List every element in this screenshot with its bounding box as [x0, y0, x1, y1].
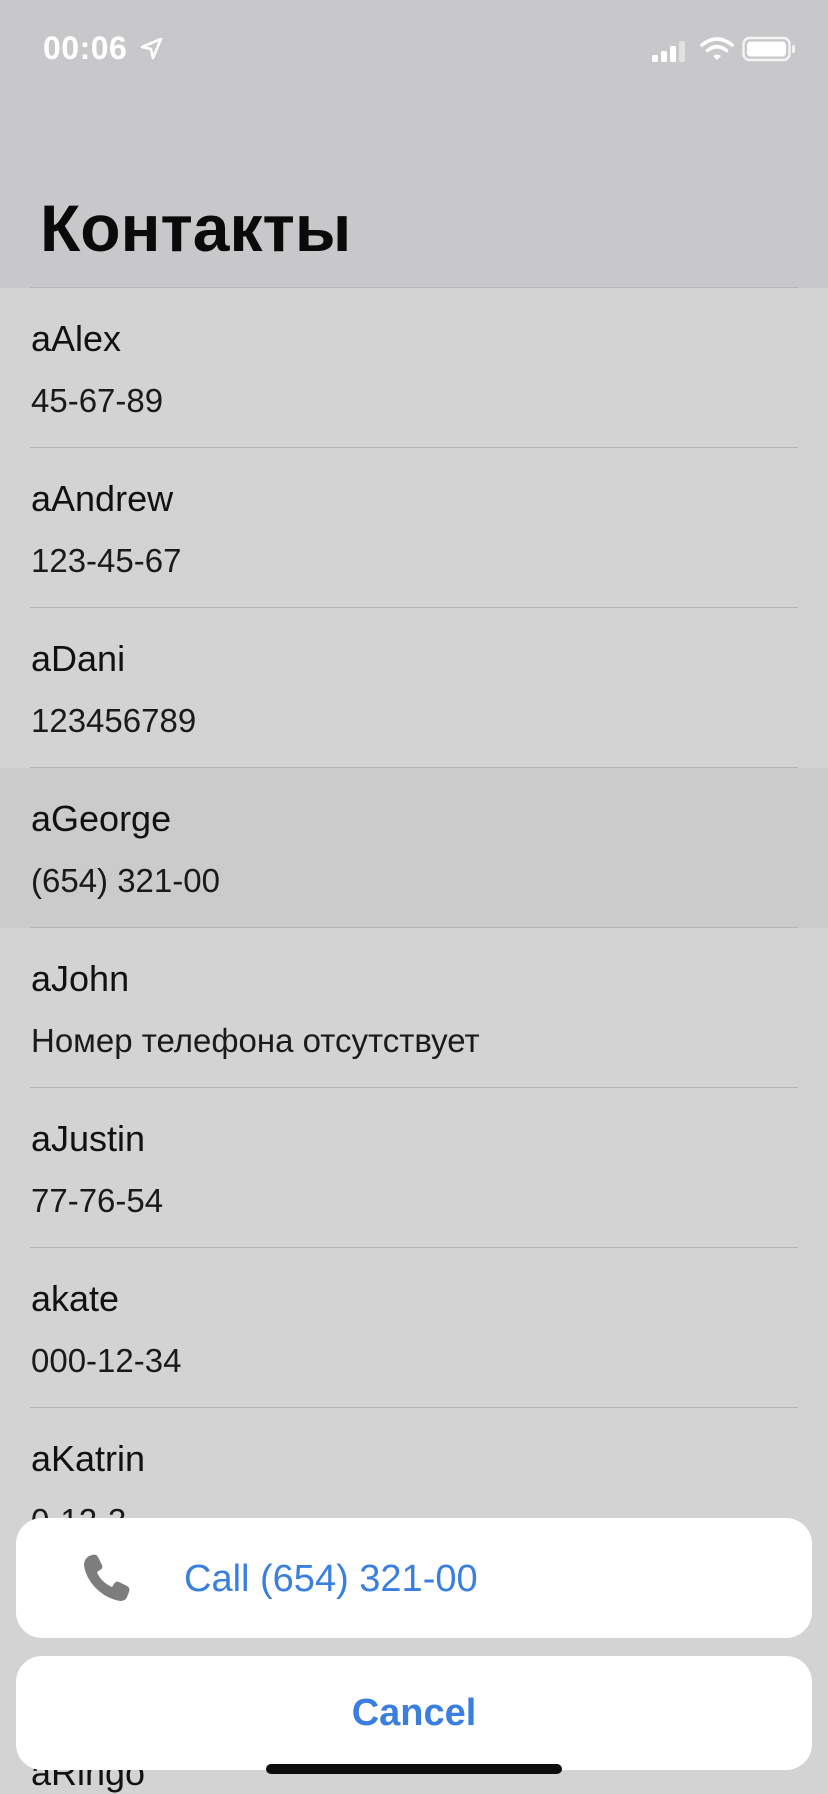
call-label: Call (654) 321-00	[184, 1558, 478, 1600]
contact-row[interactable]: aDani 123456789	[0, 608, 828, 768]
contact-phone: 123456789	[31, 702, 197, 739]
wifi-icon	[700, 37, 734, 60]
cellular-signal-icon	[652, 41, 685, 62]
contact-phone: 123-45-67	[31, 542, 182, 579]
contact-name: aJohn	[31, 958, 130, 999]
contact-row[interactable]: aJohn Номер телефона отсутствует	[0, 928, 828, 1088]
page-title: Контакты	[40, 191, 352, 265]
cancel-label: Cancel	[351, 1692, 477, 1734]
contact-row[interactable]: aJustin 77-76-54	[0, 1088, 828, 1248]
status-time: 00:06	[43, 30, 128, 66]
contact-list: aAlex 45-67-89 aAndrew 123-45-67 aDani 1…	[0, 288, 828, 1568]
contact-name: aAndrew	[31, 478, 174, 519]
battery-icon	[742, 36, 795, 62]
location-arrow-icon	[140, 37, 163, 60]
contact-name: aDani	[31, 638, 126, 679]
status-bar: 00:06	[0, 0, 828, 100]
contact-phone: Номер телефона отсутствует	[31, 1022, 480, 1059]
phone-icon	[84, 1554, 130, 1601]
cancel-button[interactable]: Cancel	[16, 1656, 812, 1770]
navigation-header: Контакты	[0, 100, 828, 288]
contact-name: aAlex	[31, 318, 122, 359]
contact-name: akate	[31, 1278, 120, 1319]
contact-name: aKatrin	[31, 1438, 146, 1479]
contact-name: aGeorge	[31, 798, 172, 839]
contact-row-selected[interactable]: aGeorge (654) 321-00	[0, 768, 828, 928]
contact-name: aJustin	[31, 1118, 146, 1159]
contact-phone: 77-76-54	[31, 1182, 164, 1219]
call-action-button[interactable]: Call (654) 321-00	[16, 1518, 812, 1638]
contact-row[interactable]: aAlex 45-67-89	[0, 288, 828, 448]
contact-row[interactable]: akate 000-12-34	[0, 1248, 828, 1408]
contact-phone: (654) 321-00	[31, 862, 220, 899]
contact-phone: 45-67-89	[31, 382, 164, 419]
contact-row[interactable]: aAndrew 123-45-67	[0, 448, 828, 608]
home-indicator[interactable]	[266, 1764, 562, 1774]
contact-phone: 000-12-34	[31, 1342, 182, 1379]
